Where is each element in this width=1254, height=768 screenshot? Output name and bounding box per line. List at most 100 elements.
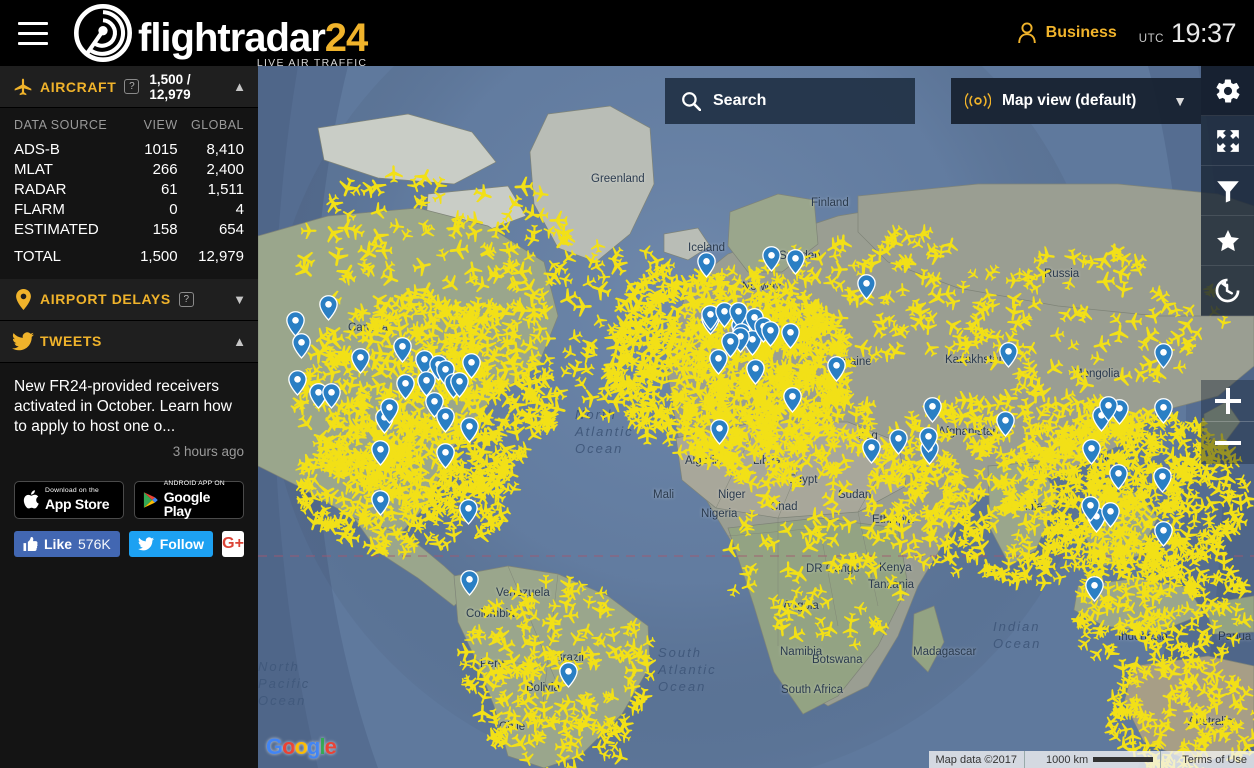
world-map-canvas (258, 66, 1254, 768)
facebook-like-button[interactable]: Like 576K (14, 531, 120, 557)
app-store-badges: Download on the App Store ANDROID APP ON… (0, 469, 258, 519)
row-source: ADS-B (14, 139, 131, 159)
row-view: 0 (131, 199, 178, 219)
row-global: 4 (178, 199, 244, 219)
plus-icon (1215, 388, 1241, 414)
logo-wordmark: flightradar (138, 16, 325, 60)
row-global: 8,410 (178, 139, 244, 159)
map-attribution-bar: Map data ©2017 1000 km Terms of Use (929, 751, 1254, 768)
social-buttons: Like 576K Follow G+ (0, 519, 258, 557)
chevron-down-icon: ▼ (1173, 93, 1187, 109)
divider (1160, 751, 1175, 768)
utc-time: 19:37 (1171, 18, 1236, 49)
aircraft-count: 1,500 / 12,979 (149, 72, 233, 102)
scale-bar (1093, 757, 1153, 762)
expand-arrows-icon (1215, 128, 1241, 154)
gear-icon (1214, 77, 1242, 105)
app-store-small-label: Download on the (45, 488, 109, 495)
total-view: 1,500 (131, 239, 178, 267)
row-view: 1015 (131, 139, 178, 159)
table-header-row: DATA SOURCE VIEW GLOBAL (14, 118, 244, 139)
search-input[interactable]: Search (665, 78, 915, 124)
tweet-item[interactable]: New FR24-provided receivers activated in… (0, 363, 258, 469)
account-button[interactable]: Business (1017, 22, 1117, 44)
facebook-like-label: Like (44, 536, 72, 552)
row-view: 61 (131, 179, 178, 199)
airplane-icon (12, 77, 34, 97)
tweet-text: New FR24-provided receivers activated in… (14, 377, 244, 437)
fullscreen-button[interactable] (1201, 116, 1254, 166)
header-right-group: Business UTC 19:37 (1017, 18, 1254, 49)
row-view: 266 (131, 159, 178, 179)
facebook-like-count: 576K (78, 536, 111, 552)
aircraft-panel-title: AIRCRAFT (40, 79, 116, 95)
table-row-total: TOTAL 1,500 12,979 (14, 239, 244, 267)
history-replay-icon (1214, 277, 1241, 304)
divider (1024, 751, 1039, 768)
utc-clock: UTC 19:37 (1139, 18, 1236, 49)
row-global: 654 (178, 219, 244, 239)
twitter-bird-icon (12, 332, 34, 351)
hamburger-menu-icon[interactable] (0, 0, 66, 66)
table-row: ADS-B 1015 8,410 (14, 139, 244, 159)
chevron-up-icon[interactable]: ▲ (233, 335, 246, 348)
map-view-label: Map view (default) (1002, 92, 1136, 110)
table-row: ESTIMATED 158 654 (14, 219, 244, 239)
radar-icon (965, 92, 991, 110)
funnel-icon (1215, 178, 1241, 204)
tweet-timestamp: 3 hours ago (14, 444, 244, 459)
twitter-follow-button[interactable]: Follow (129, 531, 213, 557)
zoom-in-button[interactable] (1201, 380, 1254, 422)
search-icon (681, 91, 701, 111)
apple-icon (23, 490, 39, 509)
minus-icon (1215, 430, 1241, 456)
aircraft-panel-header[interactable]: AIRCRAFT ? 1,500 / 12,979 ▲ (0, 66, 258, 108)
row-source: FLARM (14, 199, 131, 219)
map-view-dropdown[interactable]: Map view (default) ▼ (951, 78, 1201, 124)
utc-label: UTC (1139, 33, 1164, 45)
google-logo[interactable]: Google (266, 734, 336, 760)
user-icon (1017, 22, 1037, 44)
site-logo[interactable]: flightradar24 LIVE AIR TRAFFIC (74, 4, 367, 62)
row-global: 2,400 (178, 159, 244, 179)
question-mark-icon[interactable]: ? (179, 292, 194, 307)
map-data-copyright: Map data ©2017 (929, 754, 1025, 766)
flightradar24-app: flightradar24 LIVE AIR TRAFFIC Business … (0, 0, 1254, 768)
aircraft-data-table: DATA SOURCE VIEW GLOBAL ADS-B 1015 8,410… (0, 108, 258, 279)
google-play-small-label: ANDROID APP ON (164, 481, 235, 488)
google-plus-label: G+ (222, 535, 244, 553)
col-data-source: DATA SOURCE (14, 118, 131, 139)
map-toolbar (1201, 66, 1254, 316)
map-scale-label: 1000 km (1046, 754, 1088, 766)
row-source: ESTIMATED (14, 219, 131, 239)
row-global: 1,511 (178, 179, 244, 199)
chevron-down-icon[interactable]: ▼ (233, 293, 246, 306)
terms-of-use-link[interactable]: Terms of Use (1175, 754, 1254, 766)
table-row: FLARM 0 4 (14, 199, 244, 219)
favorites-button[interactable] (1201, 216, 1254, 266)
app-store-button[interactable]: Download on the App Store (14, 481, 124, 519)
map-pin-icon (12, 289, 34, 310)
map-area[interactable]: Greenland Iceland Canada Finland Sweden Norwa… (258, 66, 1254, 768)
airport-delays-title: AIRPORT DELAYS (40, 291, 171, 307)
tweets-panel-header[interactable]: TWEETS ▲ (0, 321, 258, 363)
google-plus-button[interactable]: G+ (222, 531, 244, 557)
radar-logo-icon (74, 4, 132, 62)
chevron-up-icon[interactable]: ▲ (233, 80, 246, 93)
google-play-icon (143, 491, 158, 509)
settings-button[interactable] (1201, 66, 1254, 116)
zoom-controls (1201, 380, 1254, 464)
total-global: 12,979 (178, 239, 244, 267)
table-row: MLAT 266 2,400 (14, 159, 244, 179)
filter-button[interactable] (1201, 166, 1254, 216)
zoom-out-button[interactable] (1201, 422, 1254, 464)
question-mark-icon[interactable]: ? (124, 79, 139, 94)
left-sidebar: AIRCRAFT ? 1,500 / 12,979 ▲ DATA SOURCE … (0, 66, 258, 768)
airport-delays-panel-header[interactable]: AIRPORT DELAYS ? ▼ (0, 279, 258, 321)
twitter-bird-icon (138, 537, 154, 551)
search-placeholder: Search (713, 92, 766, 110)
playback-button[interactable] (1201, 266, 1254, 316)
google-play-button[interactable]: ANDROID APP ON Google Play (134, 481, 244, 519)
col-global: GLOBAL (178, 118, 244, 139)
top-header: flightradar24 LIVE AIR TRAFFIC Business … (0, 0, 1254, 66)
